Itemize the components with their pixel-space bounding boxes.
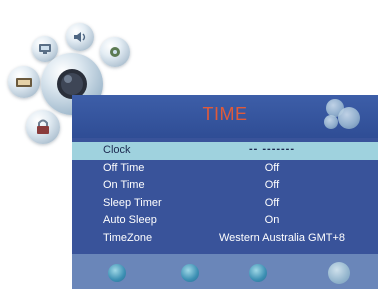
bottom-nav-bar: [72, 254, 378, 289]
row-value: -- -------: [248, 143, 296, 155]
nav-button-3[interactable]: [249, 264, 267, 282]
row-timezone[interactable]: TimeZone Western Australia GMT+8: [72, 230, 378, 248]
lock-menu-bubble[interactable]: [26, 110, 60, 144]
nav-button-1[interactable]: [108, 264, 126, 282]
row-value: Western Australia GMT+8: [218, 231, 346, 244]
sound-menu-bubble[interactable]: [66, 23, 94, 51]
row-value: Off: [264, 179, 280, 191]
row-off-time[interactable]: Off Time Off: [72, 160, 378, 178]
row-sleep-timer[interactable]: Sleep Timer Off: [72, 195, 378, 213]
settings-list: Clock -- ------- Off Time Off On Time Of…: [72, 142, 378, 247]
channel-icon: [16, 78, 32, 87]
setup-menu-bubble[interactable]: [100, 37, 130, 67]
row-label: Auto Sleep: [103, 214, 157, 226]
title-bar: TIME: [72, 95, 378, 138]
sound-icon: [74, 32, 86, 42]
row-label: On Time: [103, 179, 145, 191]
nav-button-2[interactable]: [181, 264, 199, 282]
channel-menu-bubble[interactable]: [8, 66, 40, 98]
row-value: Off: [264, 196, 280, 209]
picture-icon: [39, 44, 51, 54]
row-auto-sleep[interactable]: Auto Sleep On: [72, 212, 378, 230]
row-value: On: [264, 214, 280, 226]
row-value: Off: [264, 161, 280, 174]
nav-button-4[interactable]: [328, 262, 350, 284]
row-label: Sleep Timer: [103, 196, 162, 209]
row-label: TimeZone: [103, 231, 153, 244]
row-label: Off Time: [103, 161, 145, 174]
row-on-time[interactable]: On Time Off: [72, 177, 378, 195]
time-menu-panel: TIME Clock -- ------- Off Time Off On Ti…: [72, 95, 378, 289]
row-label: Clock: [103, 144, 131, 156]
row-clock[interactable]: Clock -- -------: [72, 142, 378, 160]
lock-icon: [37, 119, 49, 134]
setup-icon: [110, 47, 120, 57]
